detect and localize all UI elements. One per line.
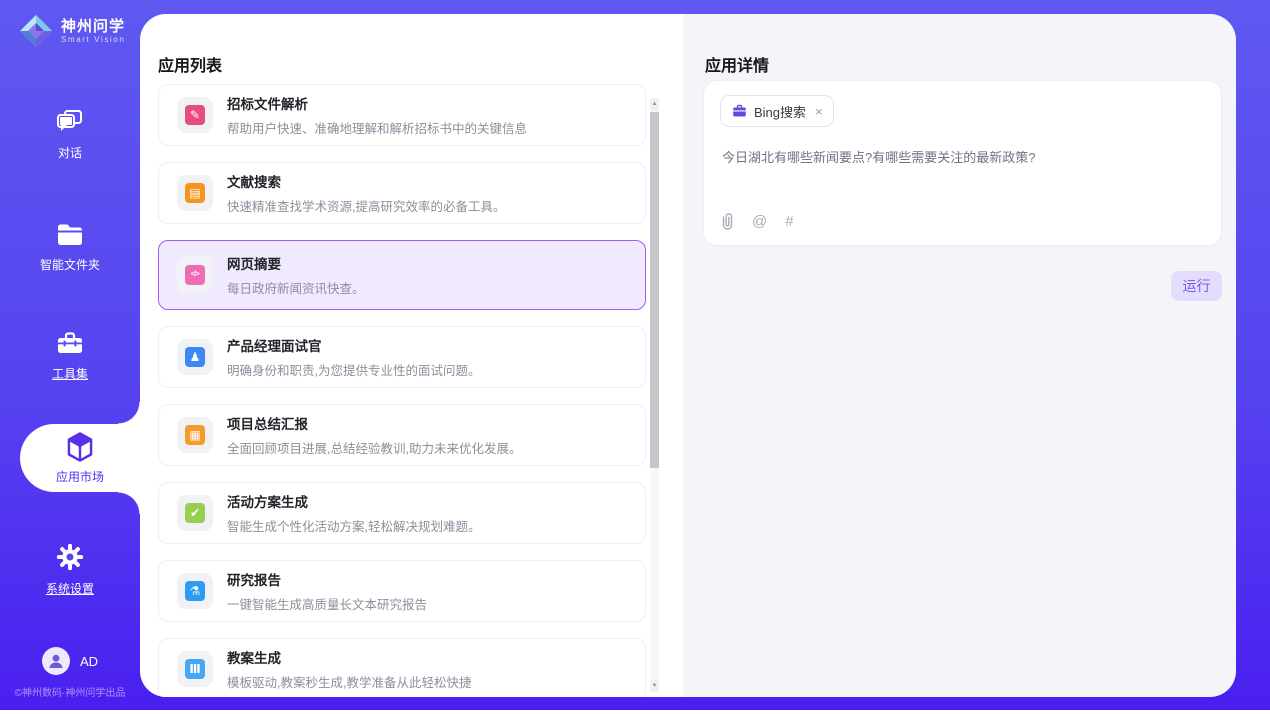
list-scrollbar[interactable]: ▲ ▼ bbox=[650, 98, 659, 692]
sidebar-item-label: 应用市场 bbox=[56, 468, 104, 485]
cube-icon bbox=[65, 431, 95, 463]
app-title: 活动方案生成 bbox=[227, 491, 480, 511]
clipboard-check-icon: ✔ bbox=[177, 495, 213, 531]
briefcase-icon bbox=[55, 330, 85, 357]
app-detail-panel: 应用详情 Bing搜索 × 今日湖北有哪些新闻要点?有哪些需要关注的最新政策? bbox=[683, 14, 1236, 697]
app-desc: 每日政府新闻资讯快查。 bbox=[227, 278, 365, 297]
sidebar-item-label: 系统设置 bbox=[46, 580, 94, 597]
scrollbar-up-arrow[interactable]: ▲ bbox=[650, 98, 659, 110]
app-title: 招标文件解析 bbox=[227, 93, 527, 113]
app-list-title: 应用列表 bbox=[158, 52, 222, 76]
sidebar: 神州问学 Smart Vision 对话 bbox=[0, 0, 140, 710]
app-frame: 神州问学 Smart Vision 对话 bbox=[0, 0, 1270, 710]
app-title: 产品经理面试官 bbox=[227, 335, 480, 355]
chat-icon bbox=[55, 108, 85, 136]
app-desc: 智能生成个性化活动方案,轻松解决规划难题。 bbox=[227, 516, 480, 535]
user-account[interactable]: AD bbox=[0, 647, 140, 675]
app-title: 教案生成 bbox=[227, 647, 471, 667]
book-icon: ▤ bbox=[177, 175, 213, 211]
scrollbar-thumb[interactable] bbox=[650, 112, 659, 468]
app-card-project-summary[interactable]: ▦ 项目总结汇报 全面回顾项目进展,总结经验教训,助力未来优化发展。 bbox=[158, 404, 646, 466]
sidebar-item-smart-folder[interactable]: 智能文件夹 bbox=[0, 222, 140, 273]
app-card-pm-interviewer[interactable]: ♟ 产品经理面试官 明确身份和职责,为您提供专业性的面试问题。 bbox=[158, 326, 646, 388]
web-code-icon: </> bbox=[177, 257, 213, 293]
folder-icon bbox=[55, 222, 85, 248]
app-card-research-report[interactable]: ⚗ 研究报告 一键智能生成高质量长文本研究报告 bbox=[158, 560, 646, 622]
app-card-event-plan[interactable]: ✔ 活动方案生成 智能生成个性化活动方案,轻松解决规划难题。 bbox=[158, 482, 646, 544]
app-card-literature-search[interactable]: ▤ 文献搜索 快速精准查找学术资源,提高研究效率的必备工具。 bbox=[158, 162, 646, 224]
active-tab-curve-bottom bbox=[118, 492, 140, 514]
app-desc: 全面回顾项目进展,总结经验教训,助力未来优化发展。 bbox=[227, 438, 521, 457]
prompt-card: Bing搜索 × 今日湖北有哪些新闻要点?有哪些需要关注的最新政策? @ # bbox=[703, 80, 1222, 246]
app-desc: 帮助用户快速、准确地理解和解析招标书中的关键信息 bbox=[227, 118, 527, 137]
hash-icon[interactable]: # bbox=[785, 213, 793, 230]
avatar bbox=[42, 647, 70, 675]
app-desc: 快速精准查找学术资源,提高研究效率的必备工具。 bbox=[227, 196, 505, 215]
main-content: 应用列表 ✎ 招标文件解析 帮助用户快速、准确地理解和解析招标书中的关键信息 ▤… bbox=[140, 14, 1236, 697]
app-detail-title: 应用详情 bbox=[705, 52, 769, 76]
close-icon[interactable]: × bbox=[815, 104, 823, 119]
user-initials: AD bbox=[80, 654, 98, 669]
app-desc: 明确身份和职责,为您提供专业性的面试问题。 bbox=[227, 360, 480, 379]
edit-document-icon: ✎ bbox=[177, 97, 213, 133]
app-card-bid-parse[interactable]: ✎ 招标文件解析 帮助用户快速、准确地理解和解析招标书中的关键信息 bbox=[158, 84, 646, 146]
attachment-toolbar: @ # bbox=[721, 212, 794, 230]
app-card-list: ✎ 招标文件解析 帮助用户快速、准确地理解和解析招标书中的关键信息 ▤ 文献搜索… bbox=[158, 84, 646, 697]
app-card-lesson-plan[interactable]: Ⅲ 教案生成 模板驱动,教案秒生成,教学准备从此轻松快捷 bbox=[158, 638, 646, 697]
sidebar-item-toolset[interactable]: 工具集 bbox=[0, 330, 140, 382]
interviewer-icon: ♟ bbox=[177, 339, 213, 375]
books-icon: Ⅲ bbox=[177, 651, 213, 687]
paperclip-icon[interactable] bbox=[721, 212, 734, 230]
app-card-web-summary[interactable]: </> 网页摘要 每日政府新闻资讯快查。 bbox=[158, 240, 646, 310]
sidebar-item-label: 工具集 bbox=[52, 365, 88, 382]
sidebar-item-label: 对话 bbox=[58, 144, 82, 161]
mention-icon[interactable]: @ bbox=[752, 213, 767, 230]
scrollbar-down-arrow[interactable]: ▼ bbox=[650, 680, 659, 692]
brand-subtitle: Smart Vision bbox=[61, 35, 125, 44]
diamond-logo-icon bbox=[18, 13, 54, 49]
brand-name: 神州问学 bbox=[61, 18, 125, 35]
calendar-report-icon: ▦ bbox=[177, 417, 213, 453]
sidebar-item-settings[interactable]: 系统设置 bbox=[0, 542, 140, 597]
research-icon: ⚗ bbox=[177, 573, 213, 609]
app-desc: 模板驱动,教案秒生成,教学准备从此轻松快捷 bbox=[227, 672, 471, 691]
run-button[interactable]: 运行 bbox=[1171, 271, 1222, 301]
brand-logo: 神州问学 Smart Vision bbox=[18, 13, 125, 49]
app-title: 项目总结汇报 bbox=[227, 413, 521, 433]
app-list-panel: 应用列表 ✎ 招标文件解析 帮助用户快速、准确地理解和解析招标书中的关键信息 ▤… bbox=[140, 14, 683, 697]
gear-icon bbox=[55, 542, 85, 572]
briefcase-icon bbox=[732, 104, 747, 118]
app-title: 网页摘要 bbox=[227, 253, 365, 273]
app-desc: 一键智能生成高质量长文本研究报告 bbox=[227, 594, 427, 613]
sidebar-item-label: 智能文件夹 bbox=[40, 256, 100, 273]
sidebar-item-app-market[interactable]: 应用市场 bbox=[20, 424, 140, 492]
app-title: 文献搜索 bbox=[227, 171, 505, 191]
tool-tag-bing-search[interactable]: Bing搜索 × bbox=[720, 95, 834, 127]
active-tab-curve-top bbox=[118, 402, 140, 424]
prompt-input[interactable]: 今日湖北有哪些新闻要点?有哪些需要关注的最新政策? bbox=[722, 147, 1201, 166]
copyright-text: ©神州数码·神州问学出品 bbox=[0, 684, 140, 699]
sidebar-item-chat[interactable]: 对话 bbox=[0, 108, 140, 161]
tool-tag-label: Bing搜索 bbox=[754, 102, 806, 121]
app-title: 研究报告 bbox=[227, 569, 427, 589]
